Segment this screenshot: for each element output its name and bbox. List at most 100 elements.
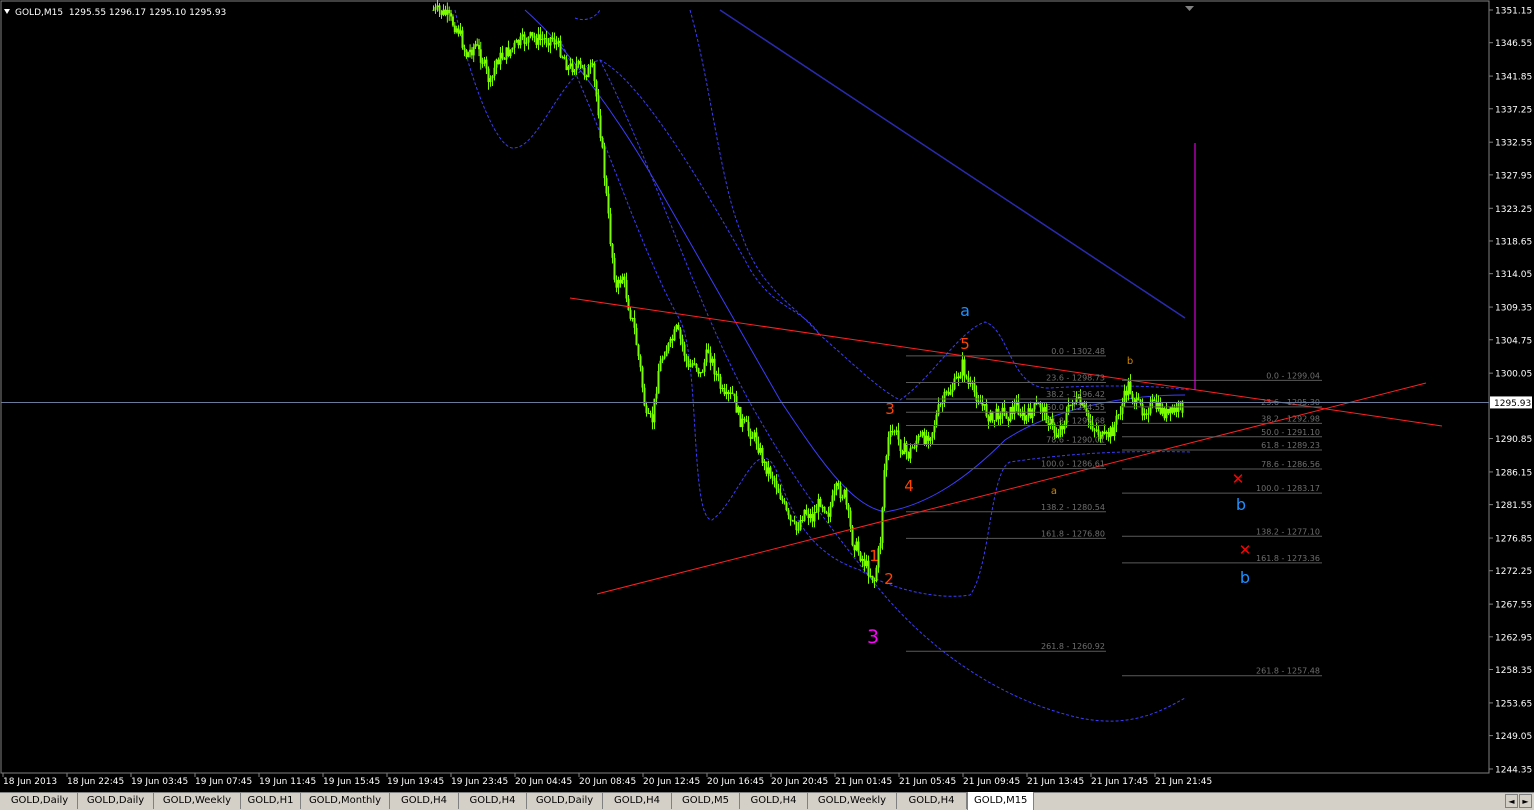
candle-body bbox=[751, 437, 754, 439]
candle-body bbox=[517, 39, 520, 46]
candle-body bbox=[747, 421, 750, 431]
chart-window[interactable]: 0.0 - 1302.48 23.6 - 1298.73 38.2 - 1296.4… bbox=[0, 0, 1534, 792]
chart-tab-4[interactable]: GOLD,H1 bbox=[241, 793, 301, 809]
candle-body bbox=[771, 476, 774, 478]
candle-body bbox=[537, 34, 540, 45]
candle-body bbox=[885, 455, 888, 471]
candle-body bbox=[1129, 381, 1132, 394]
candle-body bbox=[1159, 402, 1162, 414]
chart-tab-10[interactable]: GOLD,M5 bbox=[672, 793, 740, 809]
candle-body bbox=[935, 414, 938, 426]
candle-body bbox=[743, 418, 746, 420]
candle-body bbox=[795, 521, 798, 531]
candle-body bbox=[813, 512, 816, 522]
candle-body bbox=[647, 413, 650, 415]
price-label: 1323.25 bbox=[1495, 205, 1532, 215]
candle-body bbox=[717, 373, 720, 377]
candle-body bbox=[895, 430, 898, 432]
chart-tab-2[interactable]: GOLD,Daily bbox=[78, 793, 154, 809]
candle-body bbox=[657, 370, 660, 394]
chart-tab-1[interactable]: GOLD,Daily bbox=[2, 793, 78, 809]
candle-body bbox=[859, 552, 862, 561]
candle-body bbox=[863, 558, 866, 567]
candle-body bbox=[849, 510, 852, 527]
candle-body bbox=[931, 432, 934, 438]
candle-body bbox=[581, 65, 584, 68]
candle-body bbox=[453, 25, 456, 33]
chart-tab-11[interactable]: GOLD,H4 bbox=[740, 793, 808, 809]
time-label: 19 Jun 19:45 bbox=[387, 777, 444, 787]
fibonacci-levels[interactable]: 0.0 - 1302.48 23.6 - 1298.73 38.2 - 1296.4… bbox=[906, 347, 1322, 677]
fib-label-right: 61.8 - 1289.23 bbox=[1261, 441, 1320, 450]
candle-body bbox=[741, 418, 744, 427]
candle-body bbox=[613, 257, 616, 280]
candle-body bbox=[705, 349, 708, 363]
candle-body bbox=[769, 467, 772, 477]
candle-body bbox=[817, 498, 820, 512]
top-band-fragment bbox=[574, 9, 601, 21]
candle-body bbox=[837, 483, 840, 486]
chart-tab-12[interactable]: GOLD,Weekly bbox=[808, 793, 897, 809]
candle-body bbox=[779, 492, 782, 500]
candle-body bbox=[615, 279, 618, 288]
tab-scroll-right-icon[interactable]: ► bbox=[1519, 794, 1532, 808]
time-label: 20 Jun 12:45 bbox=[643, 777, 700, 787]
candle-body bbox=[691, 363, 694, 367]
candle-body bbox=[991, 411, 994, 421]
candle-body bbox=[951, 389, 954, 393]
price-label: 1309.35 bbox=[1495, 304, 1532, 314]
chart-tab-9[interactable]: GOLD,H4 bbox=[603, 793, 672, 809]
symbol-name: GOLD,M15 bbox=[15, 8, 64, 18]
candle-body bbox=[611, 244, 614, 258]
candle-body bbox=[1151, 399, 1154, 402]
candle-body bbox=[695, 363, 698, 369]
candle-body bbox=[729, 392, 732, 394]
candle-body bbox=[871, 575, 874, 581]
time-label: 21 Jun 01:45 bbox=[835, 777, 892, 787]
candle-body bbox=[857, 541, 860, 553]
candle-body bbox=[487, 68, 490, 83]
price-label: 1318.65 bbox=[1495, 237, 1532, 247]
candle-body bbox=[735, 396, 738, 413]
candle-body bbox=[809, 513, 812, 519]
candle-body bbox=[1115, 415, 1118, 425]
chart-shift-marker[interactable] bbox=[1185, 6, 1194, 11]
chart-tab-14[interactable]: GOLD,M15 bbox=[967, 792, 1034, 810]
candle-body bbox=[689, 366, 692, 368]
fib-label-left: 161.8 - 1276.80 bbox=[1041, 529, 1105, 538]
candle-body bbox=[478, 45, 480, 50]
candle-body bbox=[1169, 407, 1172, 414]
candle-body bbox=[446, 9, 449, 15]
candle-body bbox=[995, 408, 998, 421]
chart-tab-8[interactable]: GOLD,Daily bbox=[527, 793, 603, 809]
candle-body bbox=[545, 38, 548, 44]
chart-tab-13[interactable]: GOLD,H4 bbox=[897, 793, 967, 809]
chart-tab-6[interactable]: GOLD,H4 bbox=[390, 793, 459, 809]
candle-body bbox=[448, 9, 451, 14]
fib-label-right: 0.0 - 1299.04 bbox=[1266, 371, 1320, 380]
candle-body bbox=[989, 411, 992, 422]
candle-body bbox=[961, 359, 964, 376]
price-chart[interactable]: 0.0 - 1302.48 23.6 - 1298.73 38.2 - 1296.4… bbox=[0, 0, 1534, 792]
candle-body bbox=[627, 298, 630, 311]
candle-body bbox=[811, 513, 814, 522]
candle-body bbox=[733, 393, 736, 397]
chart-tab-3[interactable]: GOLD,Weekly bbox=[154, 793, 241, 809]
chart-tab-7[interactable]: GOLD,H4 bbox=[459, 793, 527, 809]
candle-body bbox=[699, 371, 702, 374]
dropdown-triangle-icon[interactable] bbox=[4, 9, 10, 14]
candle-body bbox=[861, 558, 864, 561]
candle-body bbox=[551, 37, 554, 39]
candle-body bbox=[661, 358, 664, 361]
price-label: 1276.85 bbox=[1495, 535, 1532, 545]
price-label: 1341.85 bbox=[1495, 73, 1532, 83]
candle-body bbox=[869, 575, 872, 577]
time-axis: 18 Jun 2013 18 Jun 22:45 19 Jun 03:45 19 Ju… bbox=[2, 773, 1212, 787]
candle-body bbox=[701, 371, 704, 373]
chart-tab-5[interactable]: GOLD,Monthly bbox=[301, 793, 390, 809]
candle-body bbox=[785, 502, 788, 511]
tab-scroll-left-icon[interactable]: ◄ bbox=[1505, 794, 1518, 808]
candle-body bbox=[1019, 414, 1022, 416]
candle-body bbox=[1119, 413, 1122, 415]
candle-body bbox=[731, 392, 734, 394]
